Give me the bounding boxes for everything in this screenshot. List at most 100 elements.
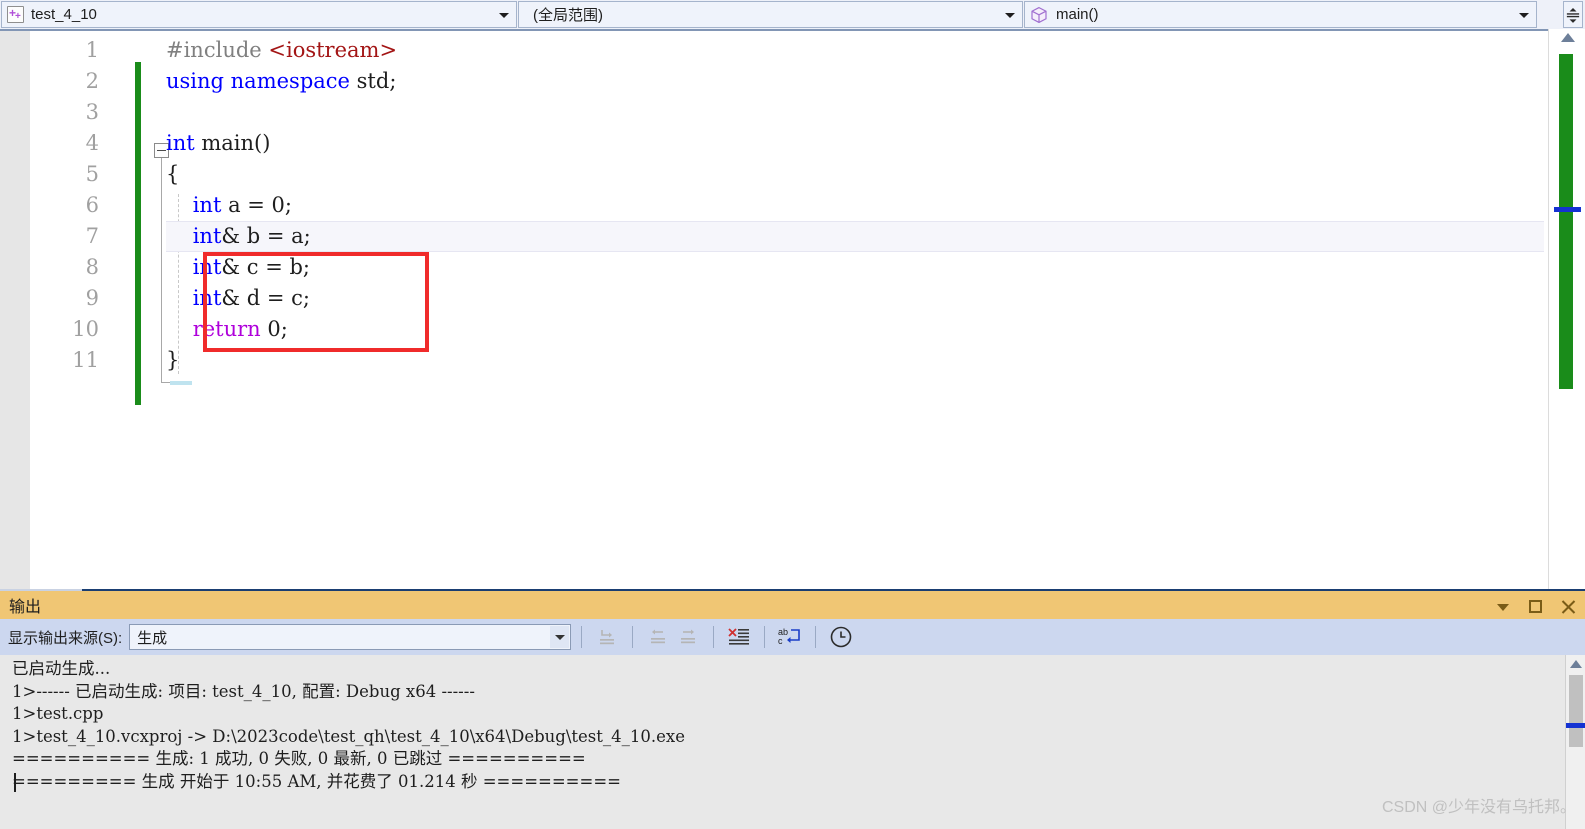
output-source-value: 生成 [137, 629, 168, 647]
line-number: 3 [85, 100, 99, 124]
toolbar-separator [713, 626, 715, 648]
panel-dropdown-button[interactable] [1494, 598, 1511, 615]
chevron-down-icon[interactable] [1005, 12, 1015, 18]
next-message-button[interactable] [673, 623, 703, 651]
toggle-word-wrap-button[interactable]: ab c [775, 623, 805, 651]
text-caret [14, 773, 16, 792]
scrollbar-thumb[interactable] [1559, 54, 1573, 389]
code-line[interactable]: } [166, 345, 1546, 376]
visual-studio-window: test_4_10 (全局范围) main() [0, 0, 1585, 829]
scope-dropdown-value: (全局范围) [533, 7, 603, 24]
code-token: 0; [260, 317, 288, 341]
code-line[interactable]: #include <iostream> [166, 35, 1546, 66]
editor-vertical-scrollbar[interactable] [1548, 29, 1585, 589]
code-token: & c = b; [221, 255, 310, 279]
code-line[interactable]: { [166, 159, 1546, 190]
line-number: 4 [85, 131, 99, 155]
line-number: 10 [72, 317, 99, 341]
output-panel: 输出 显示输出来源(S): 生成 ab c 已启动生成... 1>------ … [0, 589, 1585, 829]
scroll-up-arrow-icon[interactable] [1570, 660, 1582, 668]
scope-dropdown[interactable]: (全局范围) [518, 1, 1023, 28]
change-tracking-bar [135, 62, 141, 405]
previous-message-button[interactable] [643, 623, 673, 651]
chevron-down-icon[interactable] [550, 626, 570, 648]
output-toolbar: 显示输出来源(S): 生成 ab c [0, 619, 1585, 655]
project-dropdown[interactable]: test_4_10 [1, 1, 517, 28]
split-view-button[interactable] [1563, 1, 1583, 28]
code-token: int [192, 193, 222, 217]
code-line[interactable] [166, 97, 1546, 128]
scroll-up-arrow-icon[interactable] [1561, 33, 1575, 42]
code-line[interactable]: int& c = b; [166, 252, 1546, 283]
code-editor[interactable]: 1 2 3 4 5 6 7 8 9 10 11 #include <iostream> using n… [0, 29, 1585, 589]
code-token: std; [356, 69, 397, 93]
go-to-message-icon [600, 630, 615, 645]
code-token: <iostream> [268, 38, 398, 62]
code-token: a = 0; [221, 193, 292, 217]
output-source-dropdown[interactable]: 生成 [129, 624, 572, 650]
editor-top-divider [0, 29, 1548, 31]
line-number: 2 [85, 69, 99, 93]
output-text-area[interactable]: 已启动生成... 1>------ 已启动生成: 项目: test_4_10, … [0, 655, 1585, 829]
code-line[interactable]: int& d = c; [166, 283, 1546, 314]
code-text[interactable]: #include <iostream> using namespace std; … [166, 35, 1546, 585]
line-number: 8 [85, 255, 99, 279]
code-token: int [192, 224, 222, 248]
clear-all-button[interactable] [724, 623, 754, 651]
svg-text:c: c [778, 636, 783, 646]
line-number: 6 [85, 193, 99, 217]
code-token: int [192, 255, 222, 279]
code-line[interactable]: using namespace std; [166, 66, 1546, 97]
toolbar-separator [764, 626, 766, 648]
go-to-message-button[interactable] [592, 623, 622, 651]
scrollbar-caret-marker [1554, 207, 1581, 212]
code-token: & b = a; [221, 224, 311, 248]
toolbar-separator [581, 626, 583, 648]
header-tab-notch [0, 589, 82, 591]
toolbar-separator [632, 626, 634, 648]
panel-maximize-button[interactable] [1527, 598, 1544, 615]
panel-close-button[interactable] [1560, 598, 1577, 615]
code-token: int [166, 131, 202, 155]
code-token: int [192, 286, 222, 310]
toolbar-separator [815, 626, 817, 648]
maximize-icon [1529, 599, 1542, 613]
code-token: } [166, 348, 180, 372]
line-number: 5 [85, 162, 99, 186]
code-token: using namespace [166, 69, 357, 93]
line-number: 9 [85, 286, 99, 310]
line-number: 1 [85, 38, 99, 62]
chevron-down-icon[interactable] [1519, 12, 1529, 18]
output-source-label: 显示输出来源(S): [8, 629, 123, 647]
show-output-history-icon [830, 626, 852, 648]
code-line[interactable]: int& b = a; [166, 221, 1544, 252]
code-token: return [192, 317, 261, 341]
indicator-margin[interactable] [0, 31, 30, 589]
cpp-file-icon [7, 6, 24, 23]
code-line[interactable]: int a = 0; [166, 190, 1546, 221]
cube-icon [1030, 6, 1048, 24]
output-panel-window-buttons [1494, 591, 1577, 621]
fold-guide-line [161, 158, 162, 382]
toolbar-right-filler [1565, 619, 1585, 655]
navbar-right-area [1537, 0, 1585, 29]
line-number: 7 [85, 224, 99, 248]
next-message-icon [681, 629, 696, 644]
scrollbar-thumb[interactable] [1569, 675, 1583, 747]
member-dropdown[interactable]: main() [1024, 1, 1537, 28]
chevron-down-icon[interactable] [499, 12, 509, 18]
watermark: CSDN @少年没有乌托邦。 [1381, 799, 1576, 816]
chevron-down-icon [1496, 603, 1509, 611]
member-dropdown-value: main() [1056, 6, 1099, 23]
code-line[interactable]: int main() [166, 128, 1546, 159]
clear-all-icon [728, 628, 750, 645]
show-output-history-button[interactable] [826, 623, 856, 651]
code-line[interactable]: return 0; [166, 314, 1546, 345]
line-number-gutter: 1 2 3 4 5 6 7 8 9 10 11 [30, 31, 108, 589]
output-panel-title: 输出 [9, 599, 42, 616]
